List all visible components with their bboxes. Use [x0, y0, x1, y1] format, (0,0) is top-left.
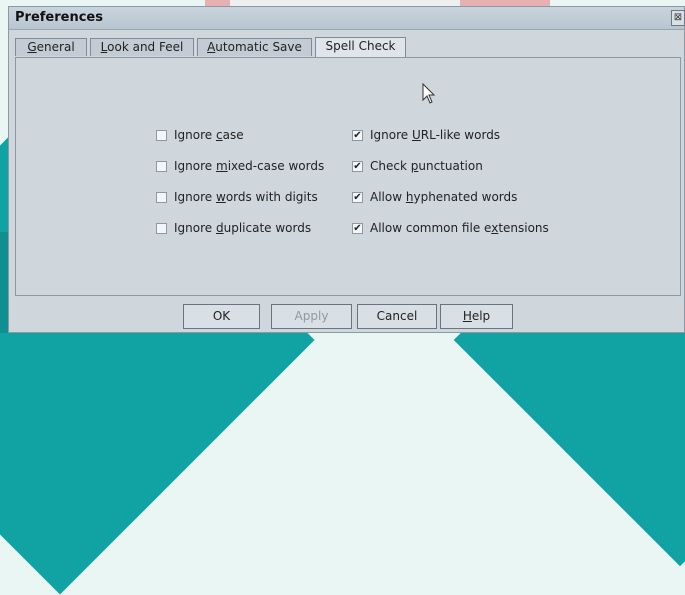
- option-label: Allow common file extensions: [370, 221, 549, 235]
- ignore-url-checkbox[interactable]: [352, 130, 363, 141]
- ignore-case-checkbox[interactable]: [156, 130, 167, 141]
- spell-check-panel: Ignore case Ignore mixed-case words Igno…: [15, 57, 681, 296]
- cancel-button[interactable]: Cancel: [357, 304, 437, 329]
- option-label: Check punctuation: [370, 159, 483, 173]
- title-bar: Preferences ⊠: [9, 7, 685, 30]
- check-punctuation-checkbox[interactable]: [352, 161, 363, 172]
- ignore-mixed-case-checkbox[interactable]: [156, 161, 167, 172]
- option-label: Allow hyphenated words: [370, 190, 518, 204]
- ignore-duplicate-checkbox[interactable]: [156, 223, 167, 234]
- option-label: Ignore mixed-case words: [174, 159, 325, 173]
- mouse-pointer-icon: [422, 83, 436, 104]
- close-icon[interactable]: ⊠: [671, 10, 685, 26]
- option-label: Ignore words with digits: [174, 190, 318, 204]
- allow-file-extensions-checkbox[interactable]: [352, 223, 363, 234]
- allow-hyphenated-checkbox[interactable]: [352, 192, 363, 203]
- tab-look-and-feel[interactable]: Look and Feel: [90, 38, 194, 56]
- preferences-dialog: Preferences ⊠ General Look and Feel Auto…: [8, 6, 685, 333]
- ignore-digits-checkbox[interactable]: [156, 192, 167, 203]
- tab-general[interactable]: General: [15, 38, 87, 56]
- option-label: Ignore duplicate words: [174, 221, 312, 235]
- option-label: Ignore case: [174, 128, 244, 142]
- tab-spell-check[interactable]: Spell Check: [315, 37, 406, 57]
- tab-automatic-save[interactable]: Automatic Save: [197, 38, 312, 56]
- dialog-title: Preferences: [15, 10, 103, 25]
- option-label: Ignore URL-like words: [370, 128, 501, 142]
- help-button[interactable]: Help: [440, 304, 513, 329]
- apply-button[interactable]: Apply: [271, 304, 352, 329]
- ok-button[interactable]: OK: [183, 304, 260, 329]
